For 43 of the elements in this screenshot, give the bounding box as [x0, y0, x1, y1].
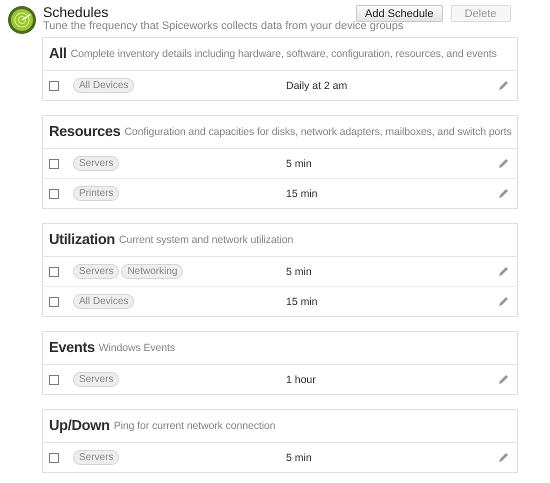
- group-tag: Servers: [73, 156, 120, 171]
- group-tag: Servers: [73, 450, 120, 465]
- pencil-icon[interactable]: [498, 452, 509, 463]
- checkbox[interactable]: [49, 80, 59, 90]
- section-title: Resources: [49, 124, 120, 140]
- frequency-text: 1 hour: [286, 374, 316, 386]
- pencil-icon[interactable]: [498, 158, 509, 169]
- checkbox[interactable]: [49, 296, 59, 306]
- frequency-text: 5 min: [286, 452, 312, 464]
- section-description: Configuration and capacities for disks, network adapters, mailboxes, and switch ports: [124, 126, 512, 138]
- section-title: All: [49, 46, 67, 62]
- section-description: Current system and network utilization: [118, 234, 294, 246]
- frequency-text: 5 min: [286, 266, 312, 278]
- radar-icon: [7, 5, 37, 35]
- frequency-text: 15 min: [286, 296, 318, 308]
- group-tag: All Devices: [73, 78, 134, 93]
- group-tag: Networking: [121, 264, 184, 279]
- add-button[interactable]: Add Schedule: [356, 5, 442, 22]
- section-description: Complete inventory details including hardware, software, configuration, resources, and events: [70, 48, 497, 60]
- frequency-text: Daily at 2 am: [286, 80, 348, 92]
- section-title: Up/Down: [49, 418, 110, 434]
- pencil-icon[interactable]: [498, 266, 509, 277]
- checkbox[interactable]: [49, 266, 59, 276]
- checkbox[interactable]: [49, 188, 59, 198]
- group-tag: Servers: [73, 372, 120, 387]
- frequency-text: 5 min: [286, 158, 312, 170]
- section-title: Events: [49, 340, 95, 356]
- checkbox[interactable]: [49, 374, 59, 384]
- pencil-icon[interactable]: [498, 188, 509, 199]
- page-title: Schedules: [43, 4, 108, 20]
- section-description: Ping for current network connection: [114, 420, 276, 432]
- frequency-text: 15 min: [286, 188, 318, 200]
- pencil-icon[interactable]: [498, 296, 509, 307]
- checkbox[interactable]: [49, 452, 59, 462]
- section-title: Utilization: [49, 232, 115, 248]
- pencil-icon[interactable]: [498, 374, 509, 385]
- checkbox[interactable]: [49, 158, 59, 168]
- group-tag: Servers: [73, 264, 120, 279]
- group-tag: Printers: [73, 186, 120, 201]
- page-subtitle: Tune the frequency that Spiceworks collects data from your device groups: [43, 20, 404, 33]
- section-description: Windows Events: [98, 342, 175, 354]
- pencil-icon[interactable]: [498, 80, 509, 91]
- group-tag: All Devices: [73, 294, 134, 309]
